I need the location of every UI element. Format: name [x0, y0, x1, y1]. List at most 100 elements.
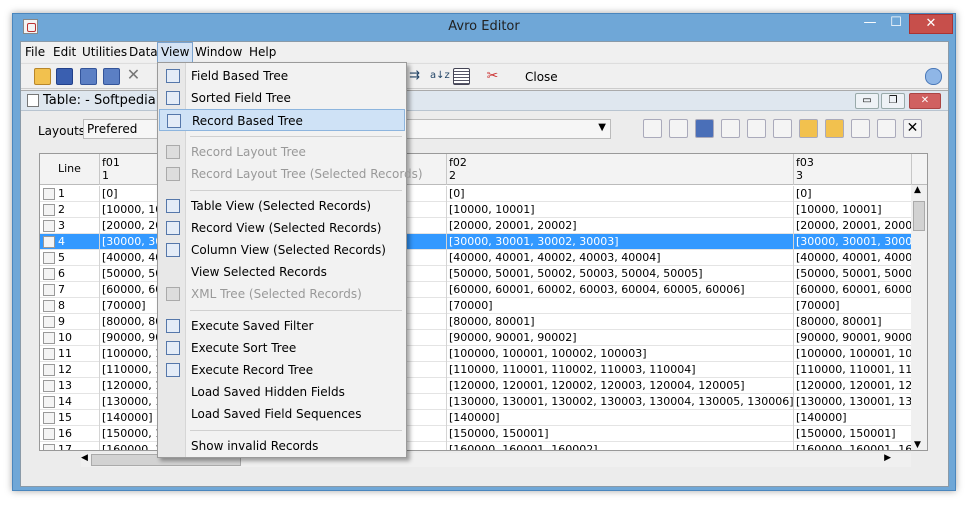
vertical-scrollbar[interactable]: ▲ ▼ — [911, 185, 927, 450]
save-icon[interactable] — [695, 119, 714, 138]
cell-f02[interactable]: [140000] — [447, 410, 794, 426]
cell-f02[interactable]: [40000, 40001, 40002, 40003, 40004] — [447, 250, 794, 266]
menu-item-field-based-tree[interactable]: Field Based Tree — [159, 65, 405, 87]
cell-f03[interactable]: [10000, 10001] — [794, 202, 912, 218]
line-cell[interactable]: 11 — [40, 346, 100, 362]
row-select-checkbox[interactable] — [43, 268, 55, 280]
cell-f02[interactable]: [100000, 100001, 100002, 100003] — [447, 346, 794, 362]
row-select-checkbox[interactable] — [43, 300, 55, 312]
row-select-checkbox[interactable] — [43, 236, 55, 248]
scroll-up-icon[interactable]: ▲ — [914, 185, 921, 195]
frame-minimize-button[interactable]: ▭ — [855, 93, 879, 109]
menu-item-sorted-field-tree[interactable]: Sorted Field Tree — [159, 87, 405, 109]
menu-item-show-invalid-records[interactable]: Show invalid Records — [159, 435, 405, 457]
cell-f02[interactable]: [90000, 90001, 90002] — [447, 330, 794, 346]
cell-f02[interactable]: [80000, 80001] — [447, 314, 794, 330]
maximize-button[interactable]: ☐ — [883, 14, 909, 34]
menu-window[interactable]: Window — [195, 45, 242, 59]
new-record-icon[interactable] — [851, 119, 870, 138]
menu-item-table-view-selected-records[interactable]: Table View (Selected Records) — [159, 195, 405, 217]
cell-f03[interactable]: [150000, 150001] — [794, 426, 912, 442]
frame-close-button[interactable]: ✕ — [909, 93, 941, 109]
line-cell[interactable]: 7 — [40, 282, 100, 298]
menu-item-execute-record-tree[interactable]: Execute Record Tree — [159, 359, 405, 381]
list-view-icon[interactable] — [453, 68, 470, 85]
line-cell[interactable]: 13 — [40, 378, 100, 394]
paste-icon[interactable] — [799, 119, 818, 138]
line-cell[interactable]: 3 — [40, 218, 100, 234]
scroll-down-icon[interactable]: ▼ — [914, 440, 921, 450]
menu-utilities[interactable]: Utilities — [82, 45, 127, 59]
cell-f03[interactable]: [160000, 160001, 1600 — [794, 442, 912, 450]
row-select-checkbox[interactable] — [43, 380, 55, 392]
cell-f03[interactable]: [40000, 40001, 40002, — [794, 250, 912, 266]
menu-item-load-saved-field-sequences[interactable]: Load Saved Field Sequences — [159, 403, 405, 425]
menu-help[interactable]: Help — [249, 45, 276, 59]
row-select-checkbox[interactable] — [43, 252, 55, 264]
title-bar[interactable]: Avro Editor — ☐ ✕ — [13, 14, 955, 39]
line-cell[interactable]: 6 — [40, 266, 100, 282]
menu-edit[interactable]: Edit — [53, 45, 76, 59]
save-icon[interactable] — [56, 68, 73, 85]
line-cell[interactable]: 15 — [40, 410, 100, 426]
cell-f03[interactable]: [30000, 30001, 30002, — [794, 234, 912, 250]
cell-f03[interactable]: [60000, 60001, 60002, 6 — [794, 282, 912, 298]
row-select-checkbox[interactable] — [43, 220, 55, 232]
menu-data[interactable]: Data — [129, 45, 158, 59]
row-select-checkbox[interactable] — [43, 188, 55, 200]
menu-item-load-saved-hidden-fields[interactable]: Load Saved Hidden Fields — [159, 381, 405, 403]
sort-icon[interactable]: ⇉ — [406, 68, 423, 85]
tools-icon[interactable]: ✂ — [484, 68, 501, 85]
cell-f02[interactable]: [150000, 150001] — [447, 426, 794, 442]
line-cell[interactable]: 12 — [40, 362, 100, 378]
minimize-button[interactable]: — — [857, 14, 883, 34]
line-cell[interactable]: 14 — [40, 394, 100, 410]
frame-maximize-button[interactable]: ❐ — [881, 93, 905, 109]
menu-view[interactable]: View — [157, 42, 194, 62]
column-header-f02[interactable]: f02 2 — [447, 154, 794, 185]
cell-f03[interactable]: [0] — [794, 186, 912, 202]
edit-record-icon[interactable] — [877, 119, 896, 138]
row-select-checkbox[interactable] — [43, 284, 55, 296]
save-as-icon[interactable] — [721, 119, 740, 138]
paste-prior-icon[interactable] — [825, 119, 844, 138]
column-header-line[interactable]: Line — [40, 154, 100, 185]
open-folder-icon[interactable] — [34, 68, 51, 85]
cell-f02[interactable]: [0] — [447, 186, 794, 202]
menu-item-view-selected-records[interactable]: View Selected Records — [159, 261, 405, 283]
cell-f02[interactable]: [60000, 60001, 60002, 60003, 60004, 6000… — [447, 282, 794, 298]
line-cell[interactable]: 9 — [40, 314, 100, 330]
cell-f03[interactable]: [130000, 130001, 13000 — [794, 394, 912, 410]
cell-f02[interactable]: [160000, 160001, 160002] — [447, 442, 794, 450]
close-button[interactable]: Close — [525, 70, 558, 84]
export-icon[interactable] — [103, 68, 120, 85]
delete-icon[interactable]: ✕ — [125, 67, 142, 85]
cell-f03[interactable]: [20000, 20001, 20002] — [794, 218, 912, 234]
row-select-checkbox[interactable] — [43, 428, 55, 440]
cut-icon[interactable] — [773, 119, 792, 138]
cell-f02[interactable]: [30000, 30001, 30002, 30003] — [447, 234, 794, 250]
line-cell[interactable]: 8 — [40, 298, 100, 314]
cell-f03[interactable]: [70000] — [794, 298, 912, 314]
cell-f02[interactable]: [110000, 110001, 110002, 110003, 110004] — [447, 362, 794, 378]
menu-item-execute-sort-tree[interactable]: Execute Sort Tree — [159, 337, 405, 359]
line-cell[interactable]: 2 — [40, 202, 100, 218]
cell-f02[interactable]: [50000, 50001, 50002, 50003, 50004, 5000… — [447, 266, 794, 282]
sort-fields-icon[interactable] — [669, 119, 688, 138]
cell-f02[interactable]: [20000, 20001, 20002] — [447, 218, 794, 234]
row-select-checkbox[interactable] — [43, 332, 55, 344]
menu-item-record-view-selected-records[interactable]: Record View (Selected Records) — [159, 217, 405, 239]
vertical-scroll-thumb[interactable] — [913, 201, 925, 231]
line-cell[interactable]: 10 — [40, 330, 100, 346]
close-window-button[interactable]: ✕ — [909, 14, 953, 34]
cell-f02[interactable]: [70000] — [447, 298, 794, 314]
row-select-checkbox[interactable] — [43, 204, 55, 216]
row-select-checkbox[interactable] — [43, 412, 55, 424]
scroll-left-icon[interactable]: ◀ — [81, 453, 88, 463]
help-icon[interactable] — [925, 68, 942, 85]
row-select-checkbox[interactable] — [43, 364, 55, 376]
line-cell[interactable]: 5 — [40, 250, 100, 266]
sort-az-icon[interactable]: a↓z — [430, 68, 450, 85]
column-header-f03[interactable]: f03 3 — [794, 154, 912, 185]
menu-item-execute-saved-filter[interactable]: Execute Saved Filter — [159, 315, 405, 337]
